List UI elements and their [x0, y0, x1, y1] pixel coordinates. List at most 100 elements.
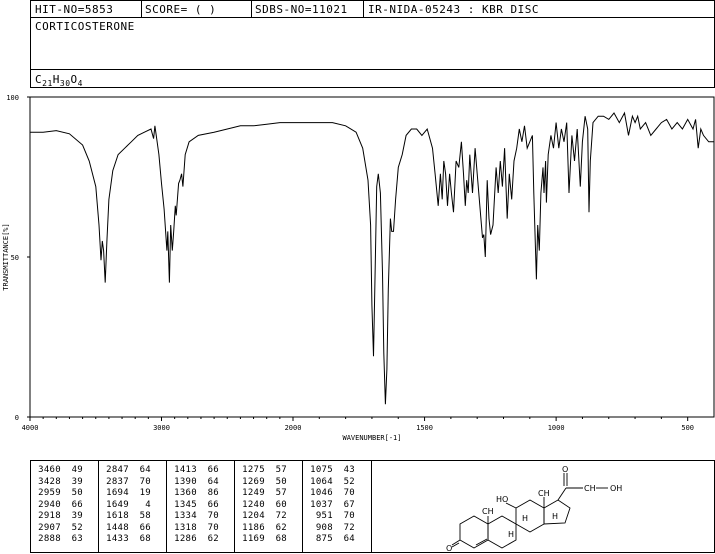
peak-wavenumber: 1064: [310, 476, 333, 487]
peak-row: 1064 52: [307, 477, 355, 489]
peak-transmittance: 70: [343, 488, 355, 498]
peak-row: 1286 62: [171, 534, 219, 546]
peak-row: 2918 39: [35, 511, 83, 523]
peak-wavenumber: 2907: [38, 522, 61, 533]
peak-row: 1618 58: [103, 511, 151, 523]
peak-wavenumber: 1169: [242, 534, 265, 544]
structure-label: H: [522, 514, 528, 523]
peak-transmittance: 60: [275, 499, 287, 510]
peak-column-divider: [98, 461, 99, 552]
peak-row: 951 70: [307, 511, 355, 523]
peak-wavenumber: 2940: [38, 499, 61, 510]
peak-wavenumber: 1334: [174, 511, 197, 521]
peak-transmittance: 66: [207, 465, 219, 475]
peak-wavenumber: 1694: [106, 488, 129, 498]
x-axis-ticks: 4000 3000 2000 1500 1000 500: [22, 417, 694, 432]
peak-transmittance: 70: [207, 522, 219, 533]
ir-spectrum-chart: 0 50 100 4000 3000 2000 1500 1000 500 WAVENUMBE…: [2, 94, 715, 442]
spectrum-series-line: [30, 111, 714, 405]
peak-row: 1345 66: [171, 500, 219, 512]
peak-column: 2847 64 2837 70 1694 19 1649 4 1618 58 1448 66 1433 6…: [103, 465, 151, 546]
peak-transmittance: 66: [207, 499, 219, 510]
peak-wavenumber: 1186: [242, 522, 265, 533]
peak-transmittance: 57: [275, 465, 287, 475]
structure-label: HO: [496, 495, 508, 504]
peak-row: 1318 70: [171, 523, 219, 535]
peak-wavenumber: 908: [315, 522, 333, 533]
structure-label: H: [508, 530, 514, 539]
y-tick-label: 0: [15, 414, 19, 422]
peak-wavenumber: 1318: [174, 522, 197, 533]
peak-wavenumber: 3460: [38, 465, 61, 475]
x-tick-label: 500: [681, 424, 694, 432]
peak-transmittance: 64: [343, 534, 355, 544]
peak-row: 2847 64: [103, 465, 151, 477]
peak-transmittance: 43: [343, 465, 355, 475]
y-tick-label: 50: [11, 254, 19, 262]
peak-transmittance: 62: [207, 534, 219, 544]
peak-wavenumber: 2959: [38, 488, 61, 498]
peak-row: 1269 50: [239, 477, 287, 489]
peak-row: 2837 70: [103, 477, 151, 489]
peak-row: 1240 60: [239, 500, 287, 512]
peak-wavenumber: 1390: [174, 476, 197, 487]
peak-row: 1075 43: [307, 465, 355, 477]
peak-wavenumber: 1269: [242, 476, 265, 487]
peak-row: 2940 66: [35, 500, 83, 512]
peak-row: 1390 64: [171, 477, 219, 489]
peak-transmittance: 86: [207, 488, 219, 498]
structure-label: H: [552, 512, 558, 521]
peak-transmittance: 58: [139, 511, 151, 521]
peak-wavenumber: 875: [315, 534, 333, 544]
peak-transmittance: 70: [343, 511, 355, 521]
peak-row: 2959 50: [35, 488, 83, 500]
peak-transmittance: 70: [139, 476, 151, 487]
peak-transmittance: 72: [343, 522, 355, 533]
peak-row: 2907 52: [35, 523, 83, 535]
peak-column-divider: [302, 461, 303, 552]
peak-row: 3428 39: [35, 477, 83, 489]
peak-transmittance: 66: [71, 499, 83, 510]
peak-column: 1275 57 1269 50 1249 57 1240 60 1204 72 1186 62 1169…: [239, 465, 287, 546]
structure-label: O: [562, 465, 568, 474]
peak-wavenumber: 1448: [106, 522, 129, 533]
peak-wavenumber: 1046: [310, 488, 333, 498]
peak-wavenumber: 1240: [242, 499, 265, 510]
peak-transmittance: 70: [207, 511, 219, 521]
peak-transmittance: 68: [139, 534, 151, 544]
peak-transmittance: 39: [71, 476, 83, 487]
corticosterone-structure-diagram: O HO CH CH O CH OH H H H: [446, 465, 622, 553]
peak-wavenumber: 1649: [106, 499, 129, 510]
peak-transmittance: 66: [139, 522, 151, 533]
peak-row: 1186 62: [239, 523, 287, 535]
peak-transmittance: 72: [275, 511, 287, 521]
peak-row: 1360 86: [171, 488, 219, 500]
peak-wavenumber: 1618: [106, 511, 129, 521]
peak-transmittance: 50: [275, 476, 287, 487]
peak-transmittance: 64: [139, 465, 151, 475]
peak-transmittance: 67: [343, 499, 355, 510]
peak-row: 1037 67: [307, 500, 355, 512]
peak-row: 908 72: [307, 523, 355, 535]
peak-wavenumber: 1204: [242, 511, 265, 521]
peak-transmittance: 62: [275, 522, 287, 533]
structure-label: OH: [610, 484, 622, 493]
x-tick-label: 3000: [153, 424, 170, 432]
peak-transmittance: 52: [71, 522, 83, 533]
peak-wavenumber: 2837: [106, 476, 129, 487]
structure-label: CH: [538, 489, 550, 498]
structure-label: CH: [482, 507, 494, 516]
peak-wavenumber: 2918: [38, 511, 61, 521]
peak-table-box: 3460 49 3428 39 2959 50 2940 66 2918 39 2907 52 2888…: [30, 460, 715, 553]
peak-wavenumber: 2888: [38, 534, 61, 544]
peak-row: 3460 49: [35, 465, 83, 477]
structure-label: O: [446, 544, 452, 553]
peak-transmittance: 19: [139, 488, 151, 498]
peak-row: 1694 19: [103, 488, 151, 500]
peak-wavenumber: 1413: [174, 465, 197, 475]
peak-transmittance: 68: [275, 534, 287, 544]
peak-wavenumber: 1286: [174, 534, 197, 544]
x-tick-label: 1000: [548, 424, 565, 432]
peak-row: 1249 57: [239, 488, 287, 500]
peak-transmittance: 63: [71, 534, 83, 544]
